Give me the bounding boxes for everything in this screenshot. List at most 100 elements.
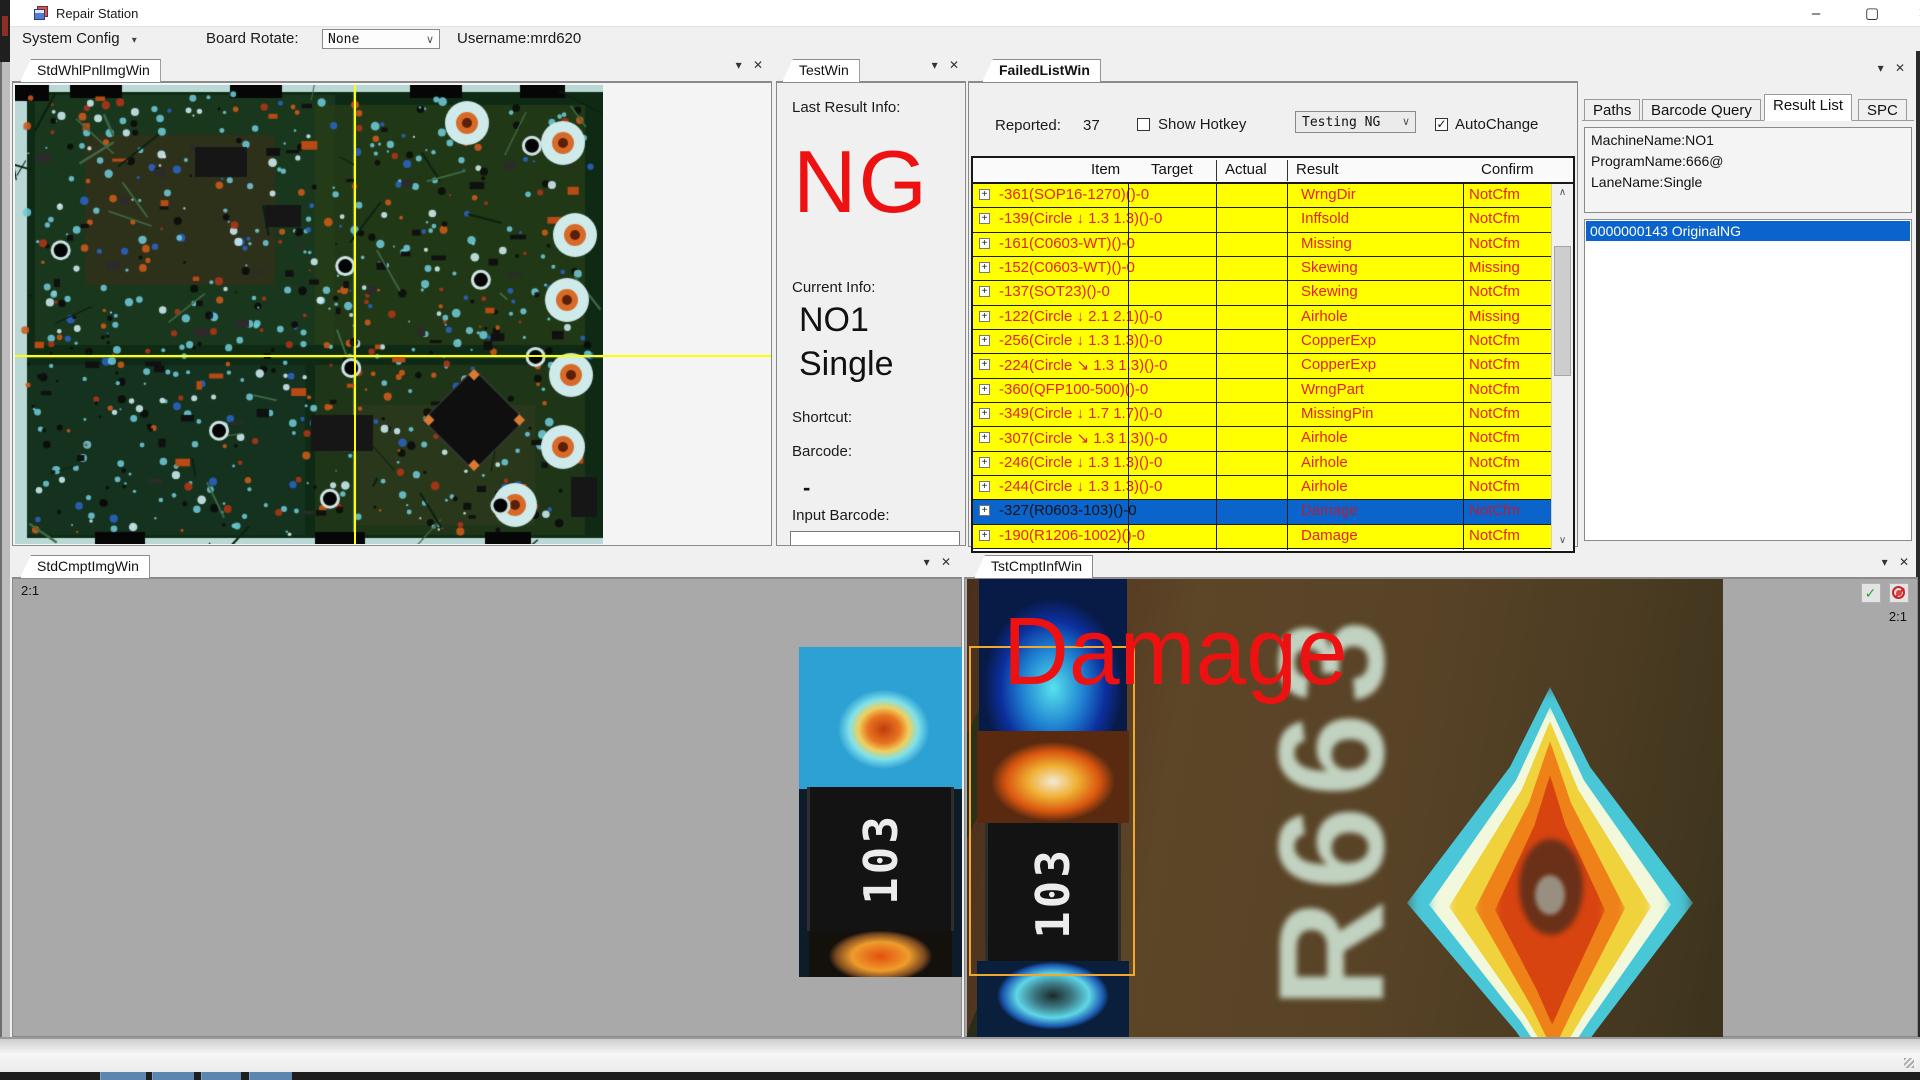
expand-icon: +	[979, 480, 990, 492]
table-row[interactable]: + -137(SOT23)()-0 Skewing NotCfm	[973, 281, 1552, 306]
show-hotkey-checkbox[interactable]	[1137, 118, 1150, 131]
panel-close-icon[interactable]: ✕	[946, 58, 962, 72]
board-image-viewport[interactable]	[12, 82, 772, 546]
autochange-checkbox[interactable]: ✓	[1435, 118, 1448, 131]
scroll-up-icon[interactable]: ∧	[1552, 184, 1573, 202]
tab-tstcmptinfwin[interactable]: TstCmptInfWin	[974, 555, 1094, 578]
table-row[interactable]: + -256(Circle ↓ 1.3 1.3)()-0 CopperExp NotC…	[973, 329, 1552, 355]
cell-item: -244(Circle ↓ 1.3 1.3)()-0	[999, 477, 1163, 495]
barcode-label: Barcode:	[792, 443, 853, 460]
cell-result: Airhole	[1301, 307, 1348, 325]
table-row[interactable]: + -122(Circle ↓ 2.1 2.1)()-0 Airhole Missin…	[973, 305, 1552, 330]
table-row[interactable]: + -152(C0603-WT)()-0 Skewing Missing	[973, 256, 1552, 282]
taskbar-item[interactable]	[152, 1072, 194, 1080]
cell-confirm: Missing	[1469, 307, 1520, 325]
scrollbar-thumb[interactable]	[1554, 246, 1571, 376]
std-component-viewport[interactable]: 2:1 103	[12, 578, 962, 1037]
crosshair-vertical	[354, 85, 356, 544]
table-row[interactable]: + -361(SOP16-1270)()-0 WrngDir NotCfm	[973, 184, 1552, 209]
mode-value: Testing NG	[1302, 115, 1381, 130]
col-target: Target	[1151, 161, 1193, 178]
part-number-label: 103	[853, 812, 908, 906]
close-button[interactable]: ✕	[1904, 4, 1920, 24]
cell-confirm: NotCfm	[1469, 477, 1520, 495]
expand-icon: +	[979, 286, 990, 298]
cell-confirm: NotCfm	[1469, 234, 1520, 252]
tab-testwin[interactable]: TestWin	[782, 59, 860, 82]
list-item[interactable]: 0000000143 OriginalNG	[1586, 221, 1910, 241]
panel-menu-icon[interactable]: ▾	[1873, 61, 1889, 75]
result-icons: ✓	[1857, 583, 1909, 603]
chevron-down-icon: ▾	[131, 35, 137, 46]
reported-value: 37	[1083, 117, 1100, 134]
status-bar	[0, 1037, 1920, 1072]
tab-paths[interactable]: Paths	[1584, 99, 1641, 121]
app-icon	[34, 6, 48, 20]
cell-confirm: NotCfm	[1469, 283, 1520, 301]
cell-result: Airhole	[1301, 429, 1348, 447]
pcb-board-image[interactable]	[15, 85, 603, 544]
failed-table-scrollbar[interactable]: ∧ ∨	[1551, 184, 1573, 550]
taskbar-item[interactable]	[201, 1072, 241, 1080]
table-row[interactable]: + -349(Circle ↓ 1.7 1.7)()-0 MissingPin Not…	[973, 402, 1552, 428]
table-row[interactable]: + -244(Circle ↓ 1.3 1.3)()-0 Airhole NotCfm	[973, 475, 1552, 501]
tab-stdwhlpnlimgwin[interactable]: StdWhlPnlImgWin	[20, 59, 161, 82]
maximize-button[interactable]: ▢	[1852, 4, 1892, 24]
taskbar-item[interactable]	[100, 1072, 146, 1080]
table-row[interactable]: + -139(Circle ↓ 1.3 1.3)()-0 Inffsold NotCf…	[973, 208, 1552, 233]
table-row[interactable]: + -327(R0603-103)()-0 Damage NotCfm	[973, 500, 1552, 525]
panel-menu-icon[interactable]: ▾	[731, 58, 747, 72]
table-row[interactable]: + -360(QFP100-500)()-0 WrngPart NotCfm	[973, 378, 1552, 403]
panel-close-icon[interactable]: ✕	[1892, 61, 1908, 75]
panel-std-component: StdCmptImgWin ▾ ✕ 2:1 103	[10, 548, 962, 1037]
resize-grip[interactable]	[1904, 1058, 1914, 1068]
minimize-button[interactable]: –	[1796, 4, 1836, 24]
panel-test-component: TstCmptInfWin ▾ ✕ R663 103 Damage ✓ 2:1	[964, 548, 1918, 1038]
mode-dropdown[interactable]: Testing NG ∨	[1295, 111, 1416, 133]
result-listbox[interactable]: 0000000143 OriginalNG	[1584, 219, 1912, 541]
barcode-value: -	[803, 475, 811, 500]
table-row[interactable]: + -246(Circle ↓ 1.3 1.3)()-0 Airhole NotCfm	[973, 451, 1552, 476]
cell-item: -327(R0603-103)()-0	[999, 502, 1137, 520]
menu-system-config[interactable]: System Config ▾	[16, 29, 143, 48]
panel-close-icon[interactable]: ✕	[1896, 555, 1912, 569]
thermal-cap-bottom	[809, 931, 952, 977]
table-row[interactable]: + -161(C0603-WT)()-0 Missing NotCfm	[973, 232, 1552, 257]
expand-icon: +	[979, 432, 990, 444]
tab-barcode-query[interactable]: Barcode Query	[1642, 99, 1761, 121]
shortcut-label: Shortcut:	[792, 409, 853, 426]
test-component-image[interactable]: R663 103 Damage	[967, 579, 1723, 1038]
ng-mark-icon[interactable]	[1889, 583, 1909, 603]
taskbar-item[interactable]	[249, 1072, 292, 1080]
panel-menu-icon[interactable]: ▾	[1877, 555, 1893, 569]
panel-menu-icon[interactable]: ▾	[919, 555, 935, 569]
expand-icon: +	[979, 334, 990, 346]
tab-spc[interactable]: SPC	[1858, 99, 1907, 121]
expand-icon: +	[979, 310, 990, 322]
test-component-viewport[interactable]: R663 103 Damage ✓ 2:1	[964, 578, 1918, 1038]
grid-line	[1463, 184, 1464, 550]
board-rotate-dropdown[interactable]: None ∨	[322, 29, 440, 49]
tab-result-list[interactable]: Result List	[1764, 94, 1853, 121]
table-row[interactable]: + -190(R1206-1002)()-0 Damage NotCfm	[973, 524, 1552, 549]
menubar: System Config ▾ Board Rotate: None ∨ Use…	[10, 27, 1920, 51]
background-window-sliver	[2, 16, 8, 36]
grid-line	[1128, 184, 1129, 550]
table-row[interactable]: + -307(Circle ↘ 1.3 1.3)()-0 Airhole NotCfm	[973, 427, 1552, 452]
cell-item: -361(SOP16-1270)()-0	[999, 186, 1150, 203]
panel-close-icon[interactable]: ✕	[938, 555, 954, 569]
input-barcode-field[interactable]	[790, 531, 960, 545]
table-row[interactable]: + -224(Circle ↘ 1.3 1.3)()-0 CopperExp NotC…	[973, 354, 1552, 379]
panel-board-image: StdWhlPnlImgWin ▾ ✕	[10, 51, 772, 547]
pass-check-icon[interactable]: ✓	[1860, 583, 1881, 603]
cell-confirm: NotCfm	[1469, 526, 1520, 544]
cell-confirm: NotCfm	[1469, 380, 1520, 398]
panel-menu-icon[interactable]: ▾	[927, 58, 943, 72]
expand-icon: +	[979, 359, 990, 371]
cell-confirm: NotCfm	[1469, 453, 1520, 471]
input-barcode-label: Input Barcode:	[792, 507, 890, 524]
tab-failedlistwin[interactable]: FailedListWin	[982, 59, 1101, 82]
tab-stdcmptimgwin[interactable]: StdCmptImgWin	[20, 555, 150, 578]
panel-close-icon[interactable]: ✕	[750, 58, 766, 72]
cell-item: -139(Circle ↓ 1.3 1.3)()-0	[999, 210, 1163, 228]
